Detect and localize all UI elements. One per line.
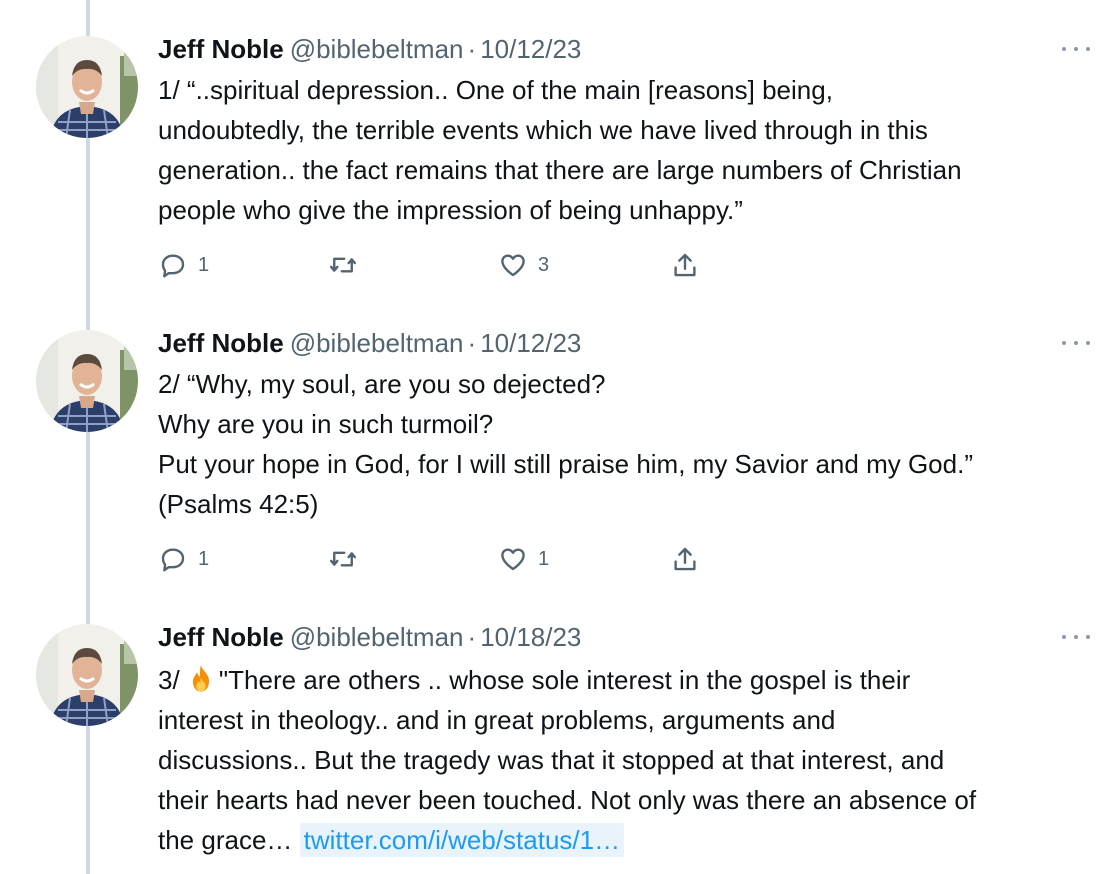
tweet-text-line: Put your hope in God, for I will still p… — [158, 449, 973, 479]
heart-icon — [501, 254, 525, 277]
retweet-button[interactable] — [328, 248, 368, 282]
reply-icon — [161, 548, 185, 572]
retweet-icon — [329, 257, 357, 273]
tweet-text-line: 3/ "There are others .. whose sole inter… — [158, 660, 1098, 700]
tweet-text-line-content: "There are others .. whose sole interest… — [218, 665, 911, 695]
retweet-button[interactable] — [328, 542, 368, 576]
tweet-text-line: undoubtedly, the terrible events which w… — [158, 115, 928, 145]
tweet-date[interactable]: 10/18/23 — [480, 622, 581, 652]
share-button[interactable] — [670, 542, 700, 576]
avatar[interactable] — [36, 36, 138, 138]
share-icon — [674, 253, 696, 277]
tweet-text-line-content: the grace… — [158, 825, 293, 855]
author-name[interactable]: Jeff Noble — [158, 622, 284, 652]
author-handle[interactable]: @biblebeltman — [290, 328, 464, 358]
tweet-actions: 1 1 — [158, 542, 718, 576]
more-icon[interactable] — [1062, 326, 1090, 360]
tweet-text-line: the grace… twitter.com/i/web/status/1… — [158, 820, 1098, 860]
tweet-header: Jeff Noble @biblebeltman · 10/12/23 — [158, 32, 581, 66]
tweet-text-line: 1/ “..spiritual depression.. One of the … — [158, 75, 833, 105]
tweet-text-line: (Psalms 42:5) — [158, 489, 319, 519]
avatar[interactable] — [36, 624, 138, 726]
separator-dot: · — [467, 34, 477, 64]
author-name[interactable]: Jeff Noble — [158, 328, 284, 358]
tweet-date[interactable]: 10/12/23 — [480, 34, 581, 64]
tweet-text-line: their hearts had never been touched. Not… — [158, 785, 977, 815]
tweet-text: 2/ “Why, my soul, are you so dejected? W… — [158, 364, 1098, 524]
fire-emoji-icon — [192, 665, 209, 692]
author-handle[interactable]: @biblebeltman — [290, 34, 464, 64]
tweet-header: Jeff Noble @biblebeltman · 10/12/23 — [158, 326, 581, 360]
heart-icon — [501, 548, 525, 571]
share-button[interactable] — [670, 248, 700, 282]
tweet-actions: 1 3 — [158, 248, 718, 282]
reply-count: 1 — [198, 547, 210, 570]
separator-dot: · — [467, 328, 477, 358]
author-handle[interactable]: @biblebeltman — [290, 622, 464, 652]
retweet-icon — [329, 551, 357, 567]
separator-dot: · — [467, 622, 477, 652]
tweet-text: 1/ “..spiritual depression.. One of the … — [158, 70, 1098, 230]
thread-index: 3/ — [158, 665, 180, 695]
tweet-text-line: Why are you in such turmoil? — [158, 409, 494, 439]
tweet-text: 3/ "There are others .. whose sole inter… — [158, 660, 1098, 860]
share-icon — [674, 547, 696, 571]
more-icon[interactable] — [1062, 620, 1090, 654]
like-count: 1 — [538, 547, 550, 570]
tweet-link[interactable]: twitter.com/i/web/status/1… — [299, 823, 625, 857]
tweet-header: Jeff Noble @biblebeltman · 10/18/23 — [158, 620, 581, 654]
reply-count: 1 — [198, 253, 210, 276]
reply-button[interactable]: 1 — [158, 542, 209, 576]
avatar[interactable] — [36, 330, 138, 432]
reply-icon — [161, 254, 185, 278]
tweet-text-line: 2/ “Why, my soul, are you so dejected? — [158, 369, 606, 399]
like-button[interactable]: 1 — [498, 542, 549, 576]
more-icon[interactable] — [1062, 32, 1090, 66]
tweet-text-line: generation.. the fact remains that there… — [158, 155, 962, 185]
like-button[interactable]: 3 — [498, 248, 549, 282]
author-name[interactable]: Jeff Noble — [158, 34, 284, 64]
tweet-text-line: discussions.. But the tragedy was that i… — [158, 745, 945, 775]
tweet-date[interactable]: 10/12/23 — [480, 328, 581, 358]
reply-button[interactable]: 1 — [158, 248, 209, 282]
like-count: 3 — [538, 253, 550, 276]
tweet-text-line: people who give the impression of being … — [158, 195, 743, 225]
tweet-text-line: interest in theology.. and in great prob… — [158, 705, 836, 735]
